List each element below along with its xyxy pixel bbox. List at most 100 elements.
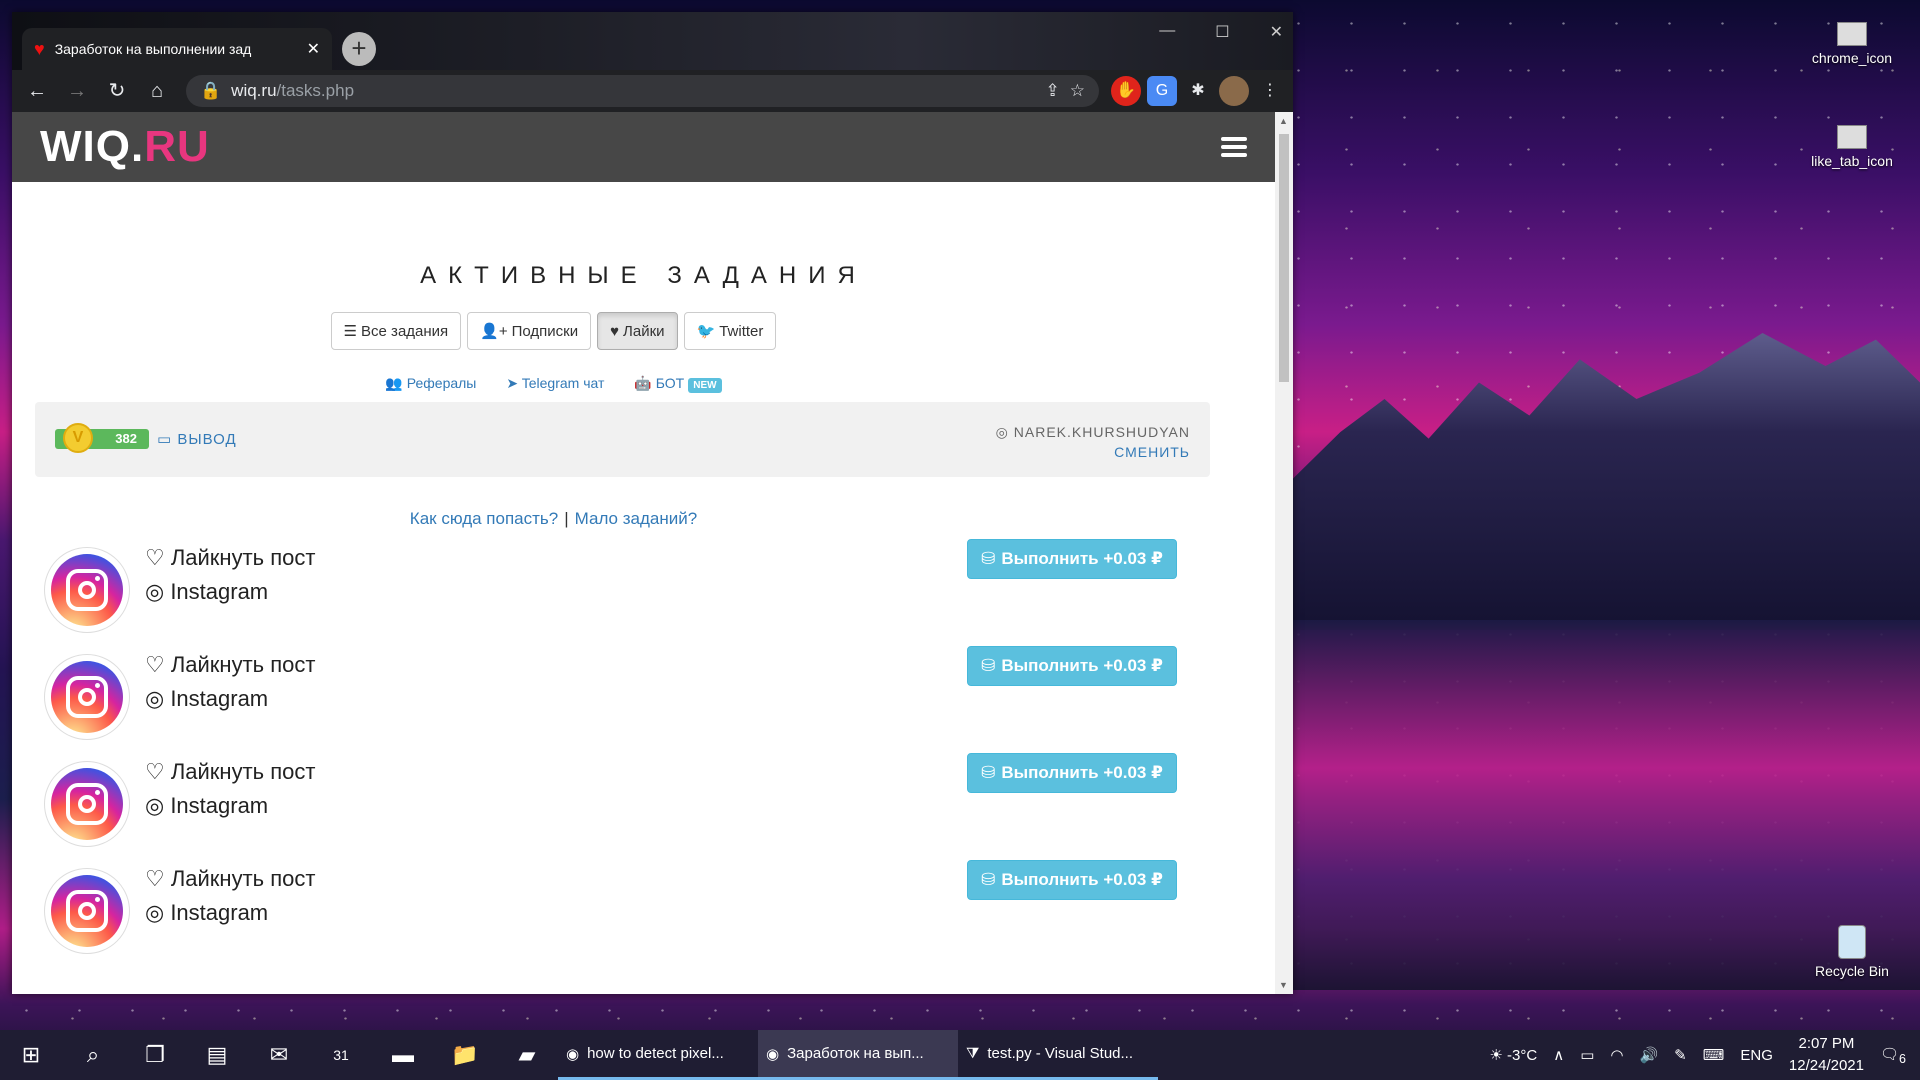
filter-subscriptions-button[interactable]: 👤+ Подписки xyxy=(467,312,592,350)
chrome-icon: ◉ xyxy=(766,1045,780,1063)
site-logo[interactable]: WIQ.RU xyxy=(40,122,210,172)
address-bar[interactable]: 🔒 wiq.ru/tasks.php ⇪ ☆ xyxy=(186,75,1099,107)
wallet-icon: ▭ xyxy=(157,431,173,448)
chrome-icon: ◉ xyxy=(566,1045,580,1063)
notifications-icon[interactable]: 🗨6 xyxy=(1880,1045,1906,1066)
windows-start-icon[interactable]: ⊞ xyxy=(0,1030,62,1080)
new-tab-button[interactable]: + xyxy=(342,32,376,66)
coins-icon: ⛁ xyxy=(981,763,996,782)
few-tasks-link[interactable]: Мало заданий? xyxy=(575,509,698,528)
desktop-icon-recycle-bin[interactable]: Recycle Bin xyxy=(1797,925,1907,979)
task-list: ♡ Лайкнуть пост ◎ Instagram ⛁ Выполнить +… xyxy=(12,539,1275,967)
recycle-bin-icon xyxy=(1838,925,1866,959)
task-row: ♡ Лайкнуть пост ◎ Instagram ⛁ Выполнить +… xyxy=(12,646,1275,753)
bot-link[interactable]: 🤖 БОТ NEW xyxy=(634,375,722,393)
taskbar-app-chrome-2[interactable]: ◉ Заработок на вып... xyxy=(758,1030,958,1080)
sticky-notes-icon[interactable]: ▰ xyxy=(496,1030,558,1080)
chevron-up-icon[interactable]: ∧ xyxy=(1553,1046,1564,1064)
filter-all-button[interactable]: ☰ Все задания xyxy=(330,312,462,350)
share-icon[interactable]: ⇪ xyxy=(1046,81,1060,101)
complete-task-button[interactable]: ⛁ Выполнить +0.03 ₽ xyxy=(967,753,1177,793)
hamburger-menu-icon[interactable] xyxy=(1221,137,1247,157)
browser-tab[interactable]: ♥ Заработок на выполнении зад ✕ xyxy=(22,28,332,70)
back-icon[interactable]: ← xyxy=(20,74,54,108)
robot-icon: 🤖 xyxy=(634,375,652,391)
scrollbar-thumb[interactable] xyxy=(1279,134,1289,382)
weather-icon[interactable]: ☀ -3°C xyxy=(1489,1046,1537,1064)
telegram-link[interactable]: ➤ Telegram чат xyxy=(506,375,604,392)
instagram-logo-icon xyxy=(44,547,130,633)
calendar-icon[interactable]: 31 xyxy=(310,1030,372,1080)
desktop-icon-chrome[interactable]: chrome_icon xyxy=(1797,22,1907,66)
mail-icon[interactable]: ✉ xyxy=(248,1030,310,1080)
task-action: ♡ Лайкнуть пост xyxy=(145,866,316,891)
instagram-logo-icon xyxy=(44,654,130,740)
heart-icon: ♥ xyxy=(610,322,620,340)
page-scrollbar[interactable]: ▲ ▼ xyxy=(1275,112,1293,994)
taskbar-app-chrome-1[interactable]: ◉ how to detect pixel... xyxy=(558,1030,758,1080)
complete-task-button[interactable]: ⛁ Выполнить +0.03 ₽ xyxy=(967,646,1177,686)
terminal-icon[interactable]: ▬ xyxy=(372,1030,434,1080)
url-path: /tasks.php xyxy=(276,81,355,100)
desktop-icon-label: Recycle Bin xyxy=(1815,963,1889,979)
referrals-link[interactable]: 👥 Рефералы xyxy=(385,375,476,392)
home-icon[interactable]: ⌂ xyxy=(140,74,174,108)
taskbar-app-vscode[interactable]: ⧩ test.py - Visual Stud... xyxy=(958,1030,1158,1080)
task-action: ♡ Лайкнуть пост xyxy=(145,545,316,570)
page-title: АКТИВНЫЕ ЗАДАНИЯ xyxy=(420,262,867,289)
filter-likes-button[interactable]: ♥ Лайки xyxy=(597,312,678,350)
search-icon[interactable]: ⌕ xyxy=(62,1030,124,1080)
secondary-links: 👥 Рефералы ➤ Telegram чат 🤖 БОТ NEW xyxy=(12,375,1275,393)
task-view-icon[interactable]: ❐ xyxy=(124,1030,186,1080)
close-window-icon[interactable]: ✕ xyxy=(1270,22,1283,42)
complete-task-button[interactable]: ⛁ Выполнить +0.03 ₽ xyxy=(967,860,1177,900)
complete-task-button[interactable]: ⛁ Выполнить +0.03 ₽ xyxy=(967,539,1177,579)
scroll-up-icon[interactable]: ▲ xyxy=(1279,116,1288,126)
how-to-get-here-link[interactable]: Как сюда попасть? xyxy=(410,509,558,528)
adblock-extension-icon[interactable]: ✋ xyxy=(1111,76,1141,106)
site-navbar: WIQ.RU xyxy=(12,112,1275,182)
reload-icon[interactable]: ↻ xyxy=(100,74,134,108)
menu-kebab-icon[interactable]: ⋮ xyxy=(1255,76,1285,106)
filter-twitter-button[interactable]: 🐦 Twitter xyxy=(683,312,777,350)
contacts-icon[interactable]: ▤ xyxy=(186,1030,248,1080)
system-tray: ☀ -3°C ∧ ▭ ◠ 🔊 ✎ ⌨ ENG 2:07 PM 12/24/2021… xyxy=(1489,1033,1920,1077)
bookmark-star-icon[interactable]: ☆ xyxy=(1070,81,1085,101)
extensions-puzzle-icon[interactable]: ✱ xyxy=(1183,76,1213,106)
browser-toolbar: ← → ↻ ⌂ 🔒 wiq.ru/tasks.php ⇪ ☆ ✋ G ✱ ⋮ xyxy=(12,70,1293,112)
user-plus-icon: 👤+ xyxy=(480,323,508,340)
language-indicator[interactable]: ENG xyxy=(1740,1047,1773,1064)
task-network: ◎ Instagram xyxy=(145,793,269,818)
close-tab-icon[interactable]: ✕ xyxy=(307,39,320,59)
task-row: ♡ Лайкнуть пост ◎ Instagram ⛁ Выполнить +… xyxy=(12,753,1275,860)
instagram-small-icon: ◎ xyxy=(995,424,1009,440)
tab-strip: ♥ Заработок на выполнении зад ✕ + — ☐ ✕ xyxy=(12,12,1293,70)
clock[interactable]: 2:07 PM 12/24/2021 xyxy=(1789,1033,1864,1077)
task-network: ◎ Instagram xyxy=(145,579,269,604)
wifi-icon[interactable]: ◠ xyxy=(1610,1046,1623,1064)
desktop-icon-like-tab[interactable]: like_tab_icon xyxy=(1797,125,1907,169)
file-explorer-icon[interactable]: 📁 xyxy=(434,1030,496,1080)
task-network: ◎ Instagram xyxy=(145,686,269,711)
window-controls: — ☐ ✕ xyxy=(1159,22,1283,42)
withdraw-link[interactable]: ▭ ВЫВОД xyxy=(157,430,237,448)
task-action: ♡ Лайкнуть пост xyxy=(145,652,316,677)
task-action: ♡ Лайкнуть пост xyxy=(145,759,316,784)
forward-icon[interactable]: → xyxy=(60,74,94,108)
web-page: WIQ.RU АКТИВНЫЕ ЗАДАНИЯ ☰ Все задания 👤+ П… xyxy=(12,112,1275,994)
volume-icon[interactable]: 🔊 xyxy=(1639,1046,1658,1064)
maximize-icon[interactable]: ☐ xyxy=(1215,22,1229,42)
profile-avatar[interactable] xyxy=(1219,76,1249,106)
keyboard-icon[interactable]: ⌨ xyxy=(1703,1046,1725,1064)
translate-extension-icon[interactable]: G xyxy=(1147,76,1177,106)
coins-icon: ⛁ xyxy=(981,549,996,568)
telegram-icon: ➤ xyxy=(506,375,519,391)
pen-icon[interactable]: ✎ xyxy=(1674,1046,1687,1064)
url-domain: wiq.ru xyxy=(231,81,277,100)
scroll-down-icon[interactable]: ▼ xyxy=(1279,980,1288,990)
instagram-logo-icon xyxy=(44,868,130,954)
battery-icon[interactable]: ▭ xyxy=(1580,1046,1594,1064)
coins-icon: ⛁ xyxy=(981,870,996,889)
change-account-link[interactable]: СМЕНИТЬ xyxy=(996,442,1190,462)
minimize-icon[interactable]: — xyxy=(1159,22,1175,42)
